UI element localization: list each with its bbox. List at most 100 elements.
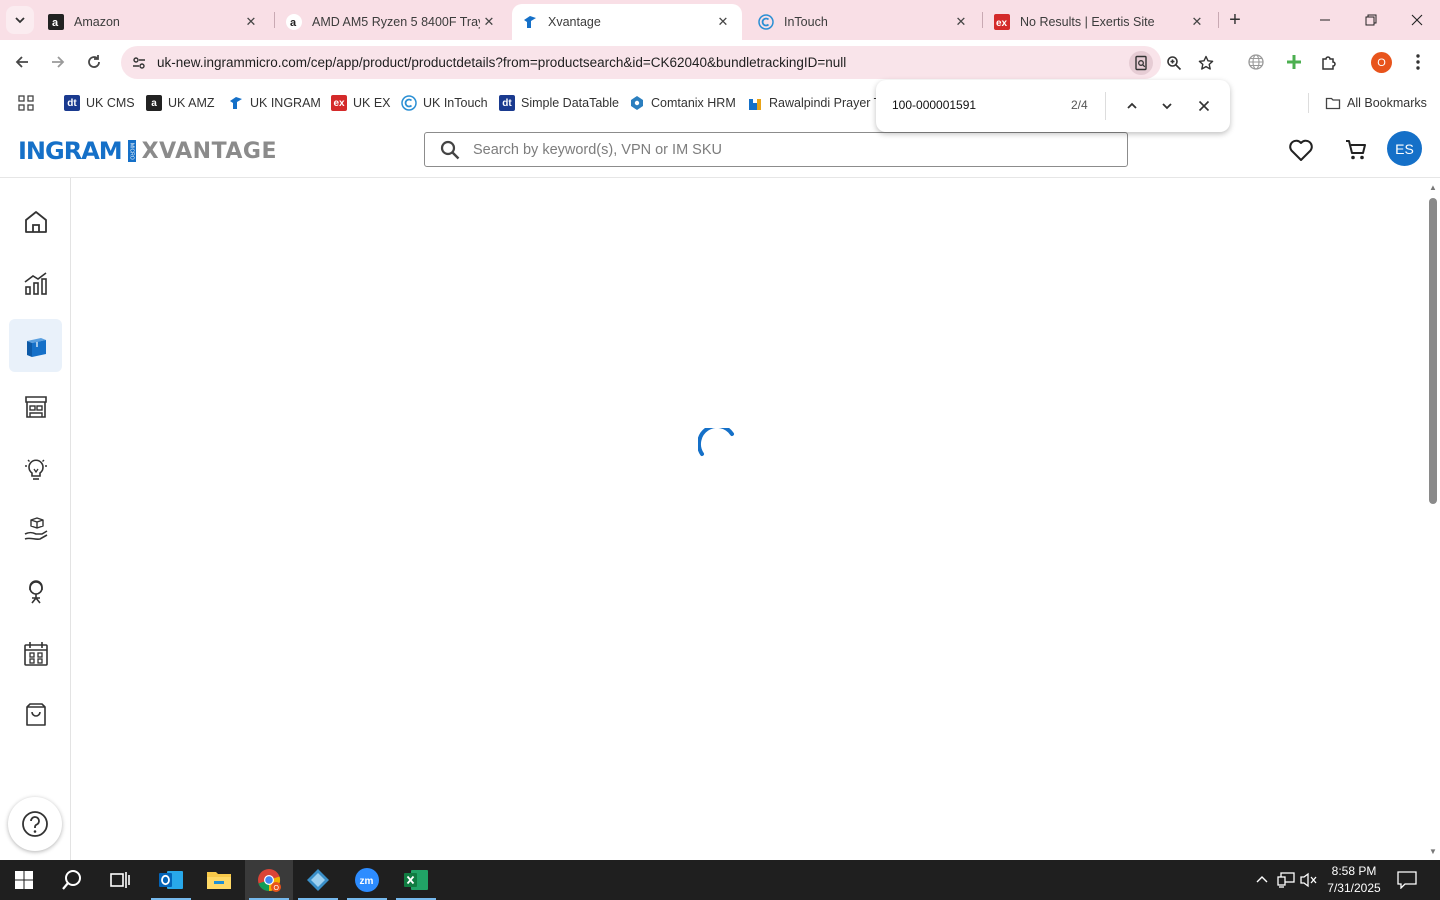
taskbar-zoom[interactable]: zm — [343, 860, 391, 900]
bookmark-uk-ingram[interactable]: UK INGRAM — [228, 91, 321, 115]
all-bookmarks-button[interactable]: All Bookmarks — [1325, 91, 1427, 115]
nav-calendar[interactable] — [9, 627, 62, 680]
network-icon[interactable] — [1276, 870, 1296, 890]
prayer-icon — [747, 95, 763, 111]
tab-title: Amazon — [74, 15, 120, 29]
favorites-heart-icon[interactable] — [1286, 135, 1316, 165]
find-previous-button[interactable] — [1120, 94, 1144, 118]
new-tab-button[interactable]: + — [1222, 6, 1248, 34]
taskbar-chrome[interactable]: O — [245, 860, 293, 900]
store-icon — [24, 395, 47, 418]
scroll-down-arrow-icon[interactable]: ▼ — [1426, 844, 1440, 858]
folder-icon — [207, 872, 231, 889]
user-avatar[interactable]: ES — [1387, 131, 1422, 166]
profile-avatar[interactable]: O — [1371, 52, 1392, 73]
zoom-icon[interactable] — [1162, 51, 1186, 75]
find-close-button[interactable] — [1192, 94, 1216, 118]
chevron-up-icon — [1127, 102, 1137, 109]
bookmark-label: All Bookmarks — [1347, 96, 1427, 110]
minimize-icon — [1320, 19, 1330, 21]
intouch-icon — [401, 95, 417, 111]
bookmark-label: UK AMZ — [168, 96, 215, 110]
bookmark-uk-ex[interactable]: ex UK EX — [331, 91, 391, 115]
cart-icon[interactable] — [1341, 135, 1371, 165]
close-icon[interactable]: ✕ — [714, 13, 732, 31]
arrow-right-icon — [52, 56, 65, 68]
amazon-icon: a — [286, 14, 302, 30]
product-search-input[interactable] — [473, 139, 1113, 161]
tray-overflow-chevron-icon[interactable] — [1252, 870, 1272, 890]
back-button[interactable] — [8, 48, 36, 76]
nav-support[interactable] — [9, 565, 62, 618]
close-icon[interactable]: ✕ — [242, 13, 260, 31]
nav-analytics[interactable] — [9, 257, 62, 310]
task-view-button[interactable] — [96, 860, 144, 900]
nav-insights[interactable] — [9, 442, 62, 495]
bookmark-label: Simple DataTable — [521, 96, 619, 110]
extension-plus-icon[interactable] — [1281, 49, 1307, 75]
extensions-puzzle-icon[interactable] — [1316, 49, 1342, 75]
taskbar-diamond-app[interactable] — [294, 860, 342, 900]
tab-exertis[interactable]: ex No Results | Exertis Site ✕ — [984, 4, 1216, 40]
globe-icon[interactable] — [1243, 49, 1269, 75]
tab-amazon[interactable]: a Amazon ✕ — [38, 4, 270, 40]
bookmark-uk-cms[interactable]: dt UK CMS — [64, 91, 135, 115]
close-icon[interactable]: ✕ — [1188, 13, 1206, 31]
start-button[interactable] — [0, 860, 48, 900]
volume-muted-icon[interactable] — [1299, 870, 1319, 890]
bookmark-star-icon[interactable] — [1194, 51, 1218, 75]
taskbar-excel[interactable] — [392, 860, 440, 900]
taskbar-file-explorer[interactable] — [195, 860, 243, 900]
tab-search-button[interactable] — [6, 6, 34, 34]
kebab-menu-icon[interactable] — [1405, 49, 1431, 75]
apps-grid-icon[interactable] — [18, 91, 34, 115]
amazon-icon: a — [48, 14, 64, 30]
notifications-icon[interactable] — [1397, 870, 1417, 890]
close-icon[interactable]: ✕ — [480, 13, 498, 31]
help-button[interactable] — [8, 797, 62, 851]
address-bar[interactable]: uk-new.ingrammicro.com/cep/app/product/p… — [121, 46, 1214, 79]
svg-text:O: O — [274, 885, 280, 892]
close-icon[interactable]: ✕ — [952, 13, 970, 31]
bookmark-uk-amz[interactable]: a UK AMZ — [146, 91, 215, 115]
nav-home[interactable] — [9, 195, 62, 248]
folder-icon — [1325, 95, 1341, 111]
scroll-thumb[interactable] — [1429, 198, 1437, 504]
bookmark-simple-datatable[interactable]: dt Simple DataTable — [499, 91, 619, 115]
bookmark-rawalpindi-prayer[interactable]: Rawalpindi Prayer Ti — [747, 91, 884, 115]
taskbar-search-button[interactable] — [48, 860, 96, 900]
system-clock[interactable]: 8:58 PM 7/31/2025 — [1320, 863, 1388, 897]
minimize-button[interactable] — [1302, 0, 1348, 40]
nav-services[interactable] — [9, 503, 62, 556]
nav-products[interactable] — [9, 319, 62, 372]
close-window-button[interactable] — [1394, 0, 1440, 40]
datatable-icon: dt — [64, 95, 80, 111]
tab-intouch[interactable]: InTouch ✕ — [748, 4, 980, 40]
tab-xvantage[interactable]: Xvantage ✕ — [512, 4, 742, 40]
chevron-down-icon — [15, 17, 25, 24]
site-info-icon[interactable] — [129, 53, 149, 73]
nav-orders[interactable] — [9, 688, 62, 741]
scroll-up-arrow-icon[interactable]: ▲ — [1426, 180, 1440, 194]
ingram-icon — [228, 95, 244, 111]
svg-text:a: a — [290, 17, 297, 29]
reload-button[interactable] — [80, 48, 108, 76]
search-icon[interactable] — [439, 139, 461, 161]
product-search-box[interactable] — [424, 132, 1128, 167]
bookmark-uk-intouch[interactable]: UK InTouch — [401, 91, 488, 115]
page-search-icon[interactable] — [1129, 51, 1153, 75]
find-next-button[interactable] — [1155, 94, 1179, 118]
logo-xvantage-text: XVANTAGE — [141, 138, 278, 164]
restore-button[interactable] — [1348, 0, 1394, 40]
datatable-icon: dt — [499, 95, 515, 111]
page-scrollbar[interactable]: ▲ ▼ — [1426, 178, 1440, 860]
bookmark-comtanix-hrm[interactable]: Comtanix HRM — [629, 91, 736, 115]
taskbar-outlook[interactable] — [147, 860, 195, 900]
ingram-xvantage-logo[interactable]: INGRAM MICRO XVANTAGE — [18, 137, 277, 165]
find-input[interactable]: 100-000001591 — [892, 98, 976, 112]
svg-text:a: a — [52, 17, 59, 29]
bookmarks-divider — [1308, 93, 1309, 113]
tab-amd-ryzen[interactable]: a AMD AM5 Ryzen 5 8400F Tray ✕ — [276, 4, 508, 40]
forward-button[interactable] — [44, 48, 72, 76]
nav-store[interactable] — [9, 380, 62, 433]
